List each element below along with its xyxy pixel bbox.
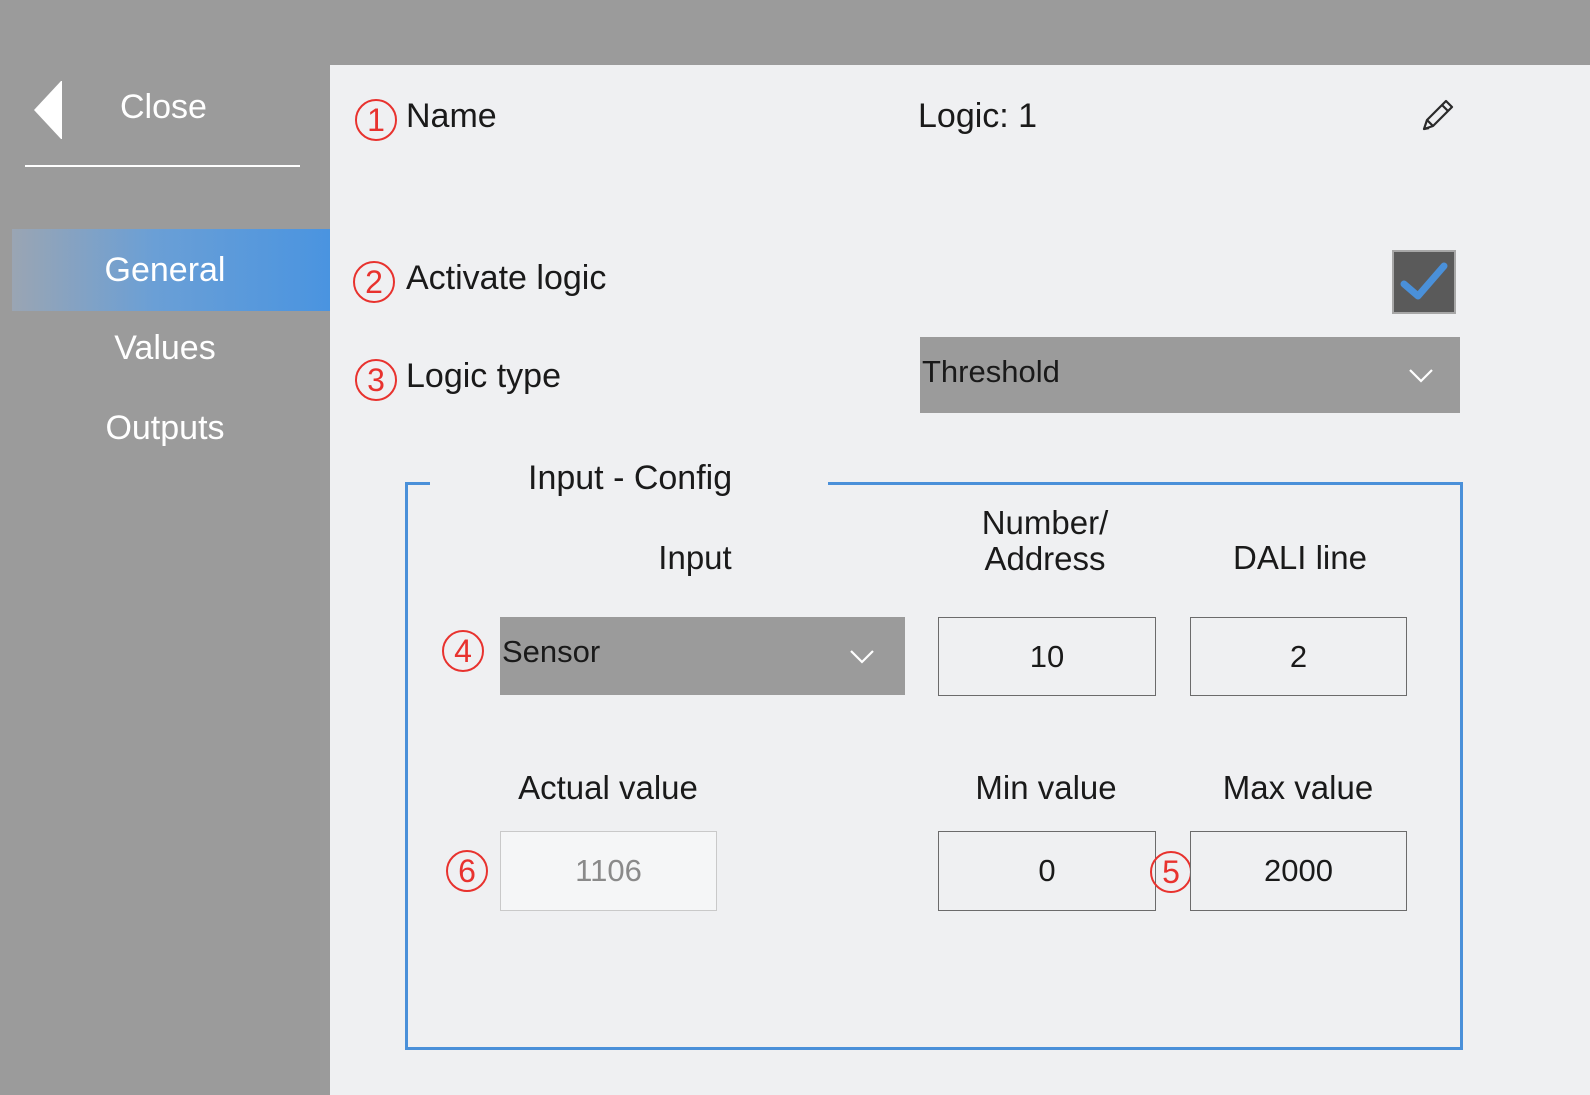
sidebar: Close General Values Outputs [0,65,366,1095]
back-arrow-icon [34,81,61,139]
number-address-header: Number/ Address [930,505,1160,577]
callout-badge-5: 5 [1150,851,1192,893]
number-address-input[interactable] [938,617,1156,696]
dali-line-input[interactable] [1190,617,1407,696]
logic-type-dropdown[interactable]: Threshold [920,337,1460,413]
pencil-icon[interactable] [1418,95,1458,135]
input-config-title: Input - Config [528,459,733,497]
chevron-down-icon [850,650,874,664]
input-dropdown[interactable]: Sensor [500,617,905,695]
number-header-line2: Address [984,540,1106,577]
name-value: Logic: 1 [918,97,1038,135]
sidebar-divider [25,165,300,167]
callout-badge-6: 6 [446,850,488,892]
max-value-header: Max value [1222,769,1374,806]
back-arrow-bar [61,81,62,139]
checkmark-icon [1400,262,1448,300]
main-panel: 1 Name Logic: 1 2 Activate logic 3 Logic… [330,65,1590,1095]
logic-type-value: Threshold [922,354,1060,389]
close-button[interactable]: Close [25,65,300,165]
number-header-line1: Number/ [981,504,1109,541]
sidebar-item-outputs[interactable]: Outputs [0,390,330,466]
input-value: Sensor [502,634,601,669]
callout-badge-2: 2 [353,261,395,303]
name-label: Name [406,97,497,135]
callout-badge-4: 4 [442,630,484,672]
sidebar-item-values[interactable]: Values [0,310,330,386]
dali-line-header: DALI line [1233,539,1367,576]
activate-logic-label: Activate logic [406,259,607,297]
sidebar-item-general[interactable]: General [0,229,366,311]
min-value-header: Min value [975,769,1117,806]
actual-value-field [500,831,717,911]
sidebar-item-label: General [104,250,226,289]
sidebar-item-label: Values [114,328,216,367]
sidebar-item-label: Outputs [105,408,225,447]
callout-badge-1: 1 [355,99,397,141]
actual-value-header: Actual value [518,769,698,806]
callout-badge-3: 3 [355,359,397,401]
input-header: Input [658,539,732,576]
close-label: Close [120,88,207,126]
max-value-input[interactable] [1190,831,1407,911]
activate-logic-checkbox[interactable] [1392,250,1456,314]
chevron-down-icon [1409,369,1433,383]
min-value-input[interactable] [938,831,1156,911]
logic-type-label: Logic type [406,357,561,395]
